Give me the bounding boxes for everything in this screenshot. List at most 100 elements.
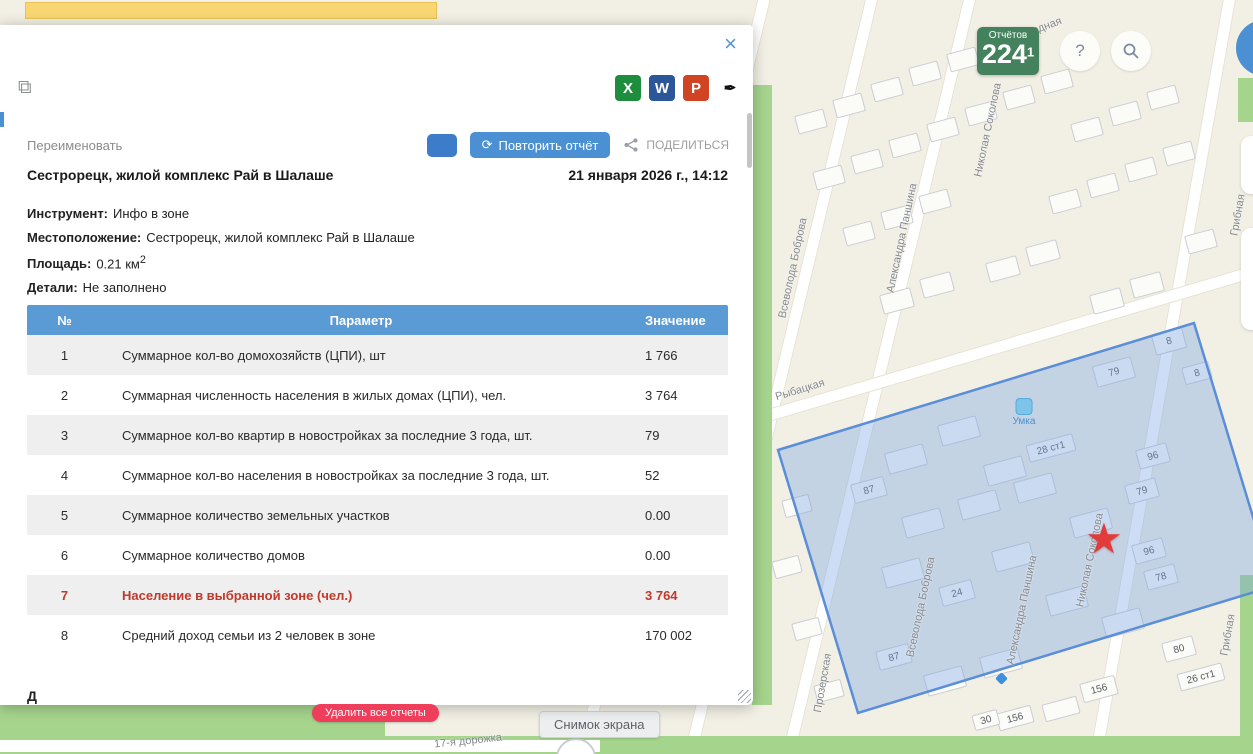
building-number: 78 [1154,570,1168,584]
building-number: 96 [1142,544,1156,558]
table-row: 7 Население в выбранной зоне (чел.) 3 764 [27,575,728,615]
poi-umka[interactable]: Умка [1012,398,1036,427]
row-number: 4 [60,467,69,483]
header-value: Значение [645,312,706,328]
building [781,493,813,519]
star-marker[interactable]: ★ [1085,517,1123,560]
building [926,115,960,143]
building [1162,139,1196,167]
export-icons-group: X W P ✒ [615,75,743,101]
building: 79 [1091,356,1137,388]
building [1108,99,1142,127]
row-value: 1 766 [645,347,678,363]
row-number: 8 [60,627,69,643]
building: 24 [937,578,977,608]
meta-location: Местоположение: Сестрорецк, жилой комплек… [27,230,415,245]
building-number: 156 [1005,710,1025,726]
building [771,554,803,580]
delete-all-reports-button[interactable]: Удалить все отчеты [312,704,439,722]
blue-accent-bar [0,112,4,127]
building [1146,83,1180,111]
row-parameter: Суммарная численность населения в жилых … [122,387,507,403]
reports-badge-value: 224 [981,39,1027,69]
building [1002,83,1036,111]
reports-counter-badge[interactable]: Отчётов 2241 [977,27,1039,75]
building [832,91,866,119]
building-number: 96 [1146,449,1160,463]
building [794,107,828,135]
row-parameter: Суммарное количество земельных участков [122,507,390,523]
report-actions: ⟳ Повторить отчёт ПОДЕЛИТЬСЯ [426,132,729,158]
word-icon[interactable]: W [649,75,675,101]
collapsed-action-button[interactable] [426,133,457,157]
building [1100,607,1146,639]
help-button[interactable]: ? [1060,31,1100,71]
building-number: 28 ст1 [1035,438,1067,458]
meta-details: Детали: Не заполнено [27,280,167,296]
building [1086,171,1120,199]
report-title: Сестрорецк, жилой комплекс Рай в Шалаше [27,167,334,183]
building: 78 [1142,563,1180,591]
building-number: 80 [1172,642,1186,656]
row-value: 0.00 [645,547,671,563]
row-value: 79 [645,427,660,443]
building: 156 [1079,674,1119,704]
help-icon: ? [1075,41,1085,60]
building [883,443,929,475]
table-row: 6 Суммарное количество домов 0.00 [27,535,728,575]
building [936,415,982,447]
building: 30 [971,708,1001,732]
repeat-report-button[interactable]: ⟳ Повторить отчёт [469,132,611,158]
report-modal: × ⧉ X W P ✒ Переименовать ⟳ Повторить отчёт… [0,25,753,705]
building [922,665,968,697]
row-value: 52 [645,467,660,483]
building [918,271,956,299]
row-number: 5 [60,507,69,523]
row-number: 3 [60,427,69,443]
row-number: 1 [60,347,69,363]
search-button[interactable] [1111,31,1151,71]
close-icon[interactable]: × [724,33,737,55]
map-control-pill[interactable] [1241,136,1253,194]
building [984,255,1022,283]
row-parameter: Суммарное кол-во населения в новостройка… [122,467,550,483]
building [956,489,1002,521]
copy-report-icon[interactable]: ⧉ [18,77,32,99]
avatar[interactable] [1236,20,1253,76]
feather-export-icon[interactable]: ✒ [717,75,743,101]
row-value: 170 002 [645,627,692,643]
building: 26 ст1 [1176,662,1226,692]
building-number: 87 [887,650,901,664]
building: 8 [1150,326,1188,356]
building [1040,67,1074,95]
area-superscript: 2 [139,254,146,266]
truncated-section-text: Д [27,688,37,704]
poi-name: Умка [1012,416,1036,427]
reports-badge-sup: 1 [1026,44,1035,60]
building-number: 30 [979,713,993,727]
share-button[interactable]: ПОДЕЛИТЬСЯ [623,137,729,153]
table-row: 4 Суммарное кол-во населения в новостройк… [27,455,728,495]
scrollbar-thumb[interactable] [747,113,752,168]
row-parameter: Суммарное кол-во домохозяйств (ЦПИ), шт [122,347,386,363]
map-control-pill[interactable] [1241,228,1253,330]
excel-icon[interactable]: X [615,75,641,101]
powerpoint-icon[interactable]: P [683,75,709,101]
building-number: 24 [950,586,964,600]
street-label: Грибная [1218,613,1238,657]
share-label: ПОДЕЛИТЬСЯ [646,138,729,152]
resize-handle[interactable] [738,690,751,703]
share-icon [624,138,638,152]
building [1070,115,1104,143]
rename-link[interactable]: Переименовать [27,138,122,153]
green-strip [1240,575,1253,754]
building [880,557,926,589]
header-number: № [57,312,72,328]
meta-area: Площадь: 0.21 км2 [27,254,146,272]
screenshot-button[interactable]: Снимок экрана [539,711,660,738]
building: 79 [1123,477,1161,505]
kindergarten-icon [1015,398,1033,415]
building-number: 8 [1164,334,1174,348]
building-number: 8 [1192,366,1202,380]
row-parameter: Средний доход семьи из 2 человек в зоне [122,627,376,643]
